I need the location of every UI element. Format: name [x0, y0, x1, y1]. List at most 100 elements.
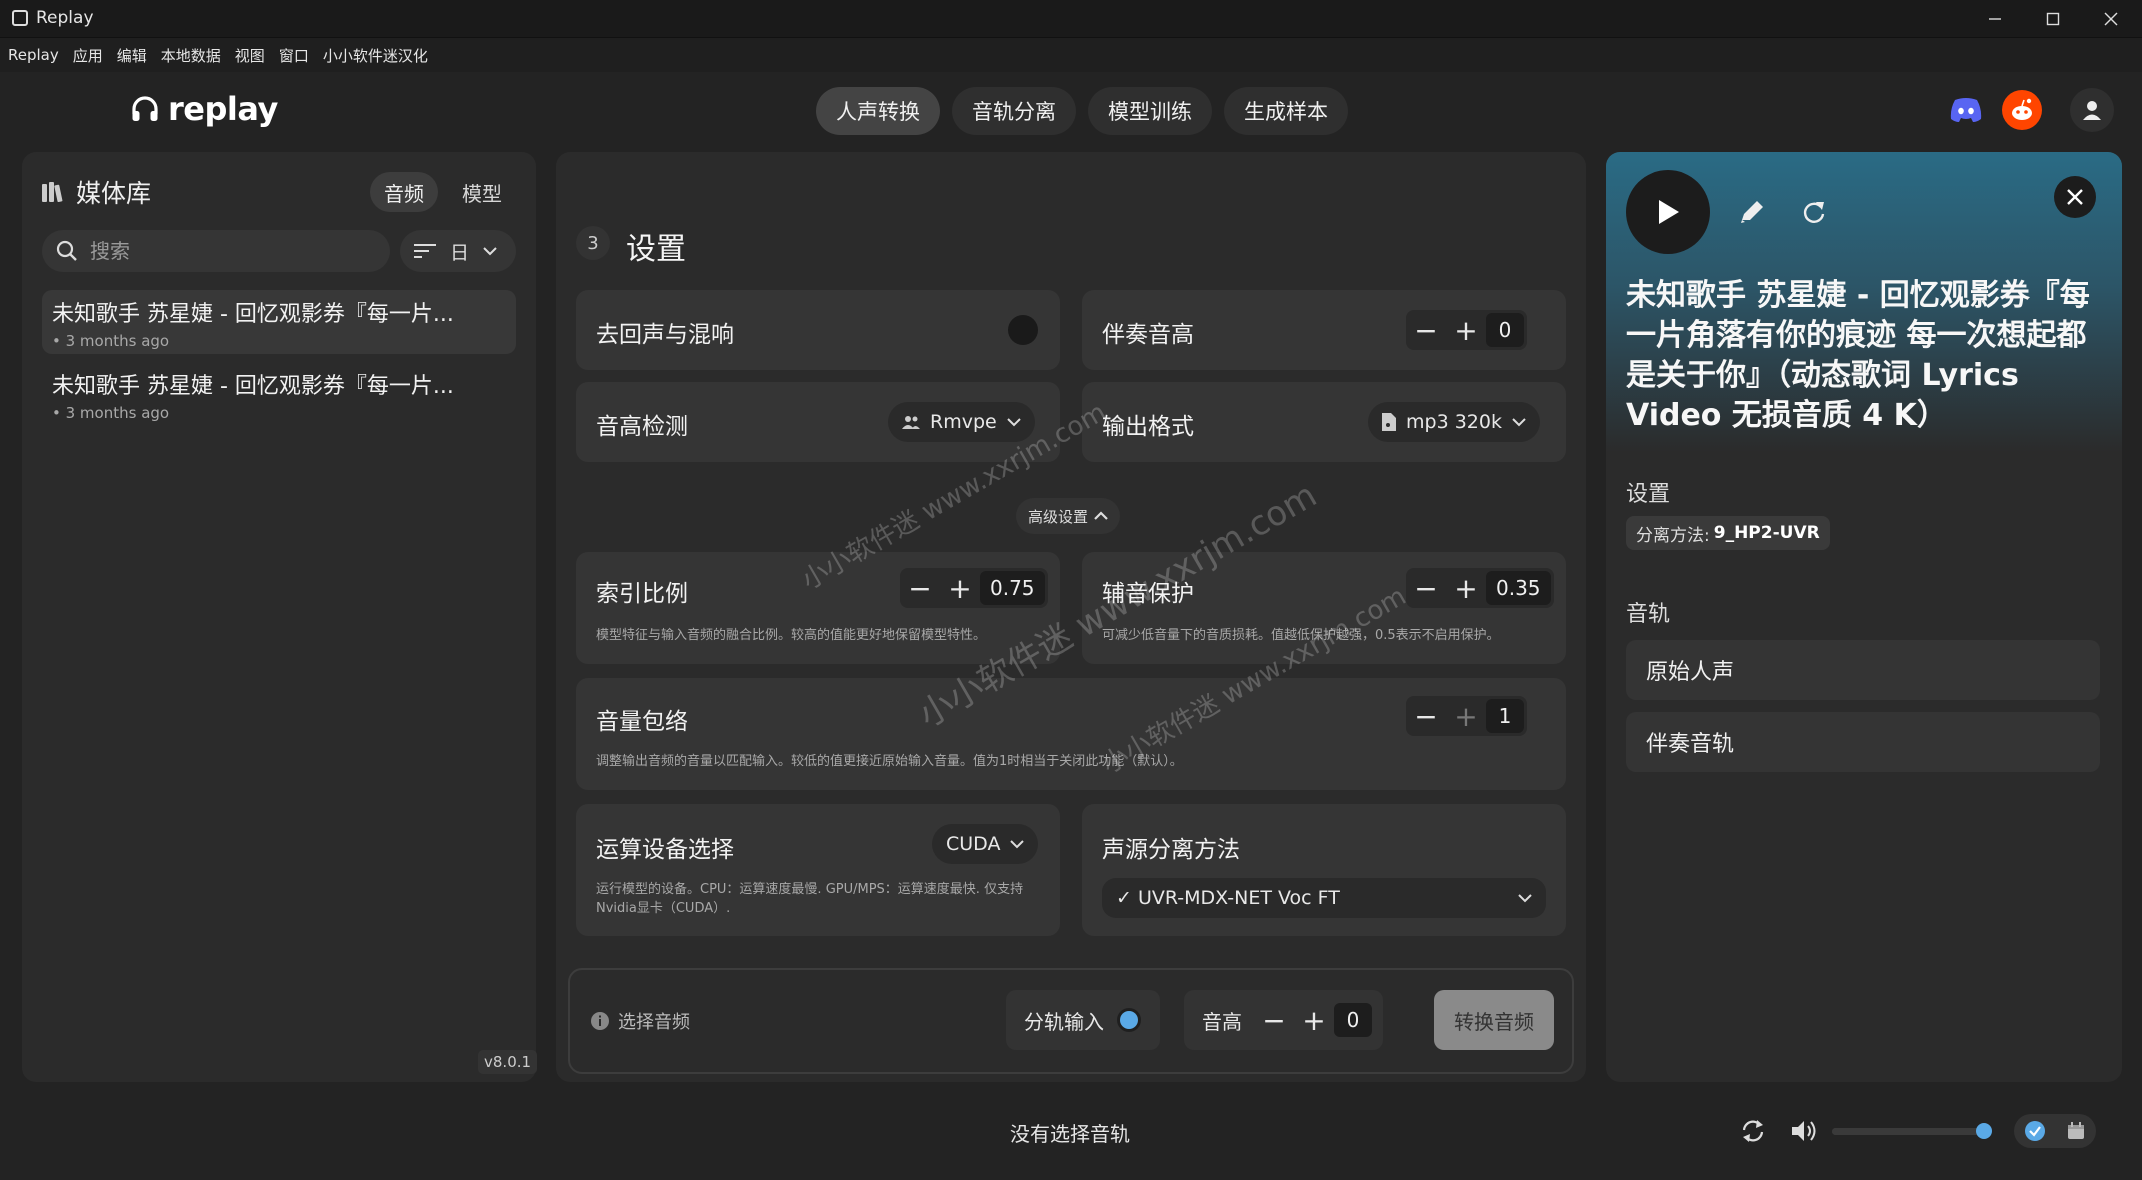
minimize-button[interactable]	[1966, 0, 2024, 38]
increment-button[interactable]: +	[1446, 568, 1486, 608]
menu-item-view[interactable]: 视图	[235, 45, 265, 66]
track-original-vocals[interactable]: 原始人声	[1626, 640, 2100, 700]
detail-settings-heading: 设置	[1626, 482, 1671, 507]
output-format-label: 输出格式	[1102, 414, 1194, 440]
split-input-label: 分轨输入	[1024, 1009, 1104, 1034]
pitch-group: 音高 − + 0	[1184, 990, 1383, 1050]
decrement-button[interactable]: −	[900, 568, 940, 608]
output-format-value: mp3 320k	[1406, 411, 1502, 433]
increment-button[interactable]: +	[1446, 696, 1486, 736]
decrement-button[interactable]: −	[1406, 310, 1446, 350]
check-circle-icon[interactable]	[2024, 1120, 2046, 1142]
library-header: 媒体库	[42, 174, 151, 210]
calendar-icon[interactable]	[2066, 1121, 2086, 1141]
menu-item-window[interactable]: 窗口	[279, 45, 309, 66]
volume-icon	[1792, 1121, 1816, 1141]
media-item-time: • 3 months ago	[52, 332, 170, 350]
refresh-button[interactable]	[1800, 198, 1828, 226]
increment-button[interactable]: +	[1294, 1000, 1334, 1040]
source-separation-label: 声源分离方法	[1102, 837, 1240, 863]
tab-track-separation[interactable]: 音轨分离	[952, 87, 1076, 135]
close-window-button[interactable]	[2082, 0, 2140, 38]
increment-button[interactable]: +	[940, 568, 980, 608]
track-accompaniment[interactable]: 伴奏音轨	[1626, 712, 2100, 772]
consonant-protection-description: 可减少低音量下的音质损耗。值越低保护越强，0.5表示不启用保护。	[1102, 628, 1500, 643]
loop-button[interactable]	[1740, 1118, 1766, 1144]
close-icon	[2104, 12, 2118, 26]
menu-item-replay[interactable]: Replay	[8, 46, 59, 64]
source-separation-dropdown[interactable]: ✓ UVR-MDX-NET Voc FT	[1102, 878, 1546, 918]
library-tabs: 音频 模型	[370, 172, 516, 212]
media-item[interactable]: 未知歌手 苏星婕 - 回忆观影券『每一片... • 3 months ago	[42, 362, 516, 426]
tab-generate-samples[interactable]: 生成样本	[1224, 87, 1348, 135]
close-detail-button[interactable]	[2054, 176, 2096, 218]
discord-button[interactable]	[1946, 90, 1986, 130]
reddit-icon	[2012, 98, 2032, 120]
sort-icon	[414, 244, 436, 258]
output-format-dropdown[interactable]: mp3 320k	[1368, 402, 1540, 442]
compute-device-description: 运行模型的设备。CPU：运算速度最慢. GPU/MPS：运算速度最快. 仅支持N…	[596, 882, 1024, 916]
sort-dropdown[interactable]: 日	[400, 230, 516, 272]
logo-text: replay	[168, 90, 278, 128]
accompaniment-pitch-card: 伴奏音高 − + 0	[1082, 290, 1566, 370]
echo-toggle[interactable]	[1008, 315, 1038, 345]
chevron-down-icon	[1010, 840, 1025, 849]
decrement-button[interactable]: −	[1406, 696, 1446, 736]
pitch-detection-dropdown[interactable]: Rmvpe	[888, 402, 1035, 442]
play-icon	[1659, 200, 1679, 224]
index-ratio-label: 索引比例	[596, 581, 688, 607]
decrement-button[interactable]: −	[1254, 1000, 1294, 1040]
convert-audio-button[interactable]: 转换音频	[1434, 990, 1554, 1050]
compute-device-dropdown[interactable]: CUDA	[932, 824, 1039, 864]
track-title: 未知歌手 苏星婕 - 回忆观影券『每一片角落有你的痕迹 每一次想起都是关于你』（…	[1626, 278, 2090, 433]
title-bar: Replay	[0, 0, 2142, 38]
menu-item-edit[interactable]: 编辑	[117, 45, 147, 66]
decrement-button[interactable]: −	[1406, 568, 1446, 608]
info-icon	[591, 1012, 609, 1030]
play-button[interactable]	[1626, 170, 1710, 254]
account-button[interactable]	[2070, 88, 2114, 132]
edit-button[interactable]	[1738, 198, 1766, 226]
volume-knob[interactable]	[1976, 1123, 1992, 1139]
volume-envelope-label: 音量包络	[596, 709, 688, 735]
media-item-time: • 3 months ago	[52, 404, 170, 422]
menu-item-app[interactable]: 应用	[73, 45, 103, 66]
compute-device-label: 运算设备选择	[596, 837, 734, 863]
media-library-panel: 媒体库 音频 模型 日 未知歌手 苏星婕 - 回忆观影券『每一片... • 3 …	[22, 152, 538, 1082]
advanced-settings-toggle[interactable]: 高级设置	[1016, 498, 1121, 534]
search-input[interactable]	[90, 239, 360, 263]
volume-button[interactable]	[1790, 1118, 1818, 1144]
accompaniment-pitch-value[interactable]: 0	[1486, 313, 1524, 347]
pitch-value[interactable]: 0	[1334, 1003, 1372, 1037]
action-bar: 选择音频 分轨输入 音高 − + 0 转换音频	[568, 968, 1574, 1074]
tab-model-training[interactable]: 模型训练	[1088, 87, 1212, 135]
tab-audio[interactable]: 音频	[370, 172, 438, 212]
increment-button[interactable]: +	[1446, 310, 1486, 350]
pitch-label: 音高	[1202, 1009, 1242, 1034]
separation-method-label: 分离方法:	[1636, 525, 1710, 546]
index-ratio-value[interactable]: 0.75	[980, 571, 1045, 605]
library-title: 媒体库	[76, 179, 152, 208]
volume-slider[interactable]	[1832, 1128, 1984, 1135]
menu-item-local-data[interactable]: 本地数据	[161, 45, 221, 66]
chevron-down-icon	[483, 247, 497, 256]
track-detail-panel: 未知歌手 苏星婕 - 回忆观影券『每一片角落有你的痕迹 每一次想起都是关于你』（…	[1606, 152, 2122, 1082]
menu-item-localization[interactable]: 小小软件迷汉化	[323, 45, 428, 66]
chevron-down-icon	[1512, 418, 1526, 427]
loop-icon	[1742, 1120, 1764, 1142]
search-icon	[56, 240, 77, 261]
tab-models[interactable]: 模型	[448, 172, 516, 212]
volume-envelope-value[interactable]: 1	[1486, 699, 1524, 733]
maximize-button[interactable]	[2024, 0, 2082, 38]
echo-card: 去回声与混响	[576, 290, 1060, 370]
reddit-button[interactable]	[2002, 90, 2042, 130]
volume-envelope-card: 音量包络 − + 1 调整输出音频的音量以匹配输入。较低的值更接近原始输入音量。…	[576, 678, 1566, 790]
close-icon	[2067, 189, 2083, 205]
media-item-title: 未知歌手 苏星婕 - 回忆观影券『每一片...	[52, 302, 454, 327]
chevron-up-icon	[1094, 511, 1108, 520]
media-item[interactable]: 未知歌手 苏星婕 - 回忆观影券『每一片... • 3 months ago	[42, 290, 516, 354]
consonant-protection-value[interactable]: 0.35	[1486, 571, 1551, 605]
split-input-toggle[interactable]	[1116, 1007, 1142, 1033]
player-status-group	[2014, 1114, 2096, 1148]
tab-voice-conversion[interactable]: 人声转换	[816, 87, 940, 135]
